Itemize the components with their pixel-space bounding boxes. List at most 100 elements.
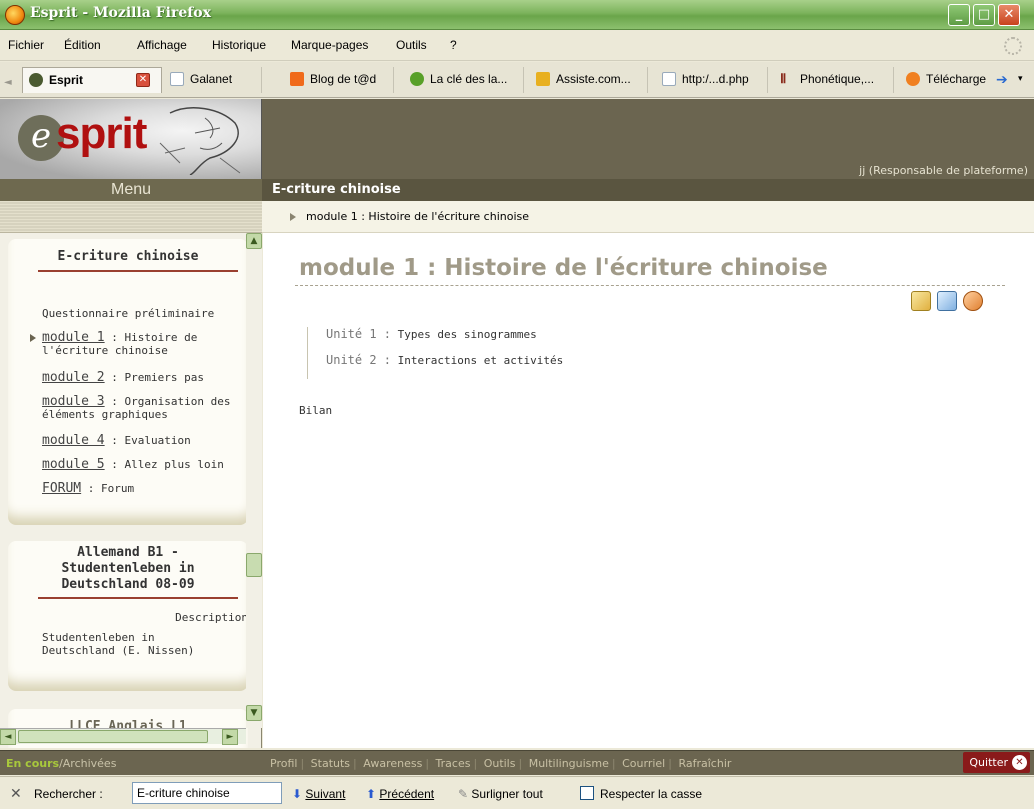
sidebar-item-module-5[interactable]: module 5 : Allez plus loin xyxy=(42,458,242,471)
phonetic-icon: Ⅱ xyxy=(780,71,787,86)
footer-link-statuts[interactable]: Statuts xyxy=(311,757,350,770)
tab-label: Blog de t@d xyxy=(310,72,377,86)
status-current[interactable]: En cours xyxy=(6,757,59,770)
menu-edition[interactable]: Édition xyxy=(64,38,101,52)
tab-assiste[interactable]: Assiste.com... xyxy=(530,67,648,93)
sidebar-item-module-1[interactable]: module 1 : Histoire de l'écriture chinoi… xyxy=(42,331,242,357)
description-label: Description xyxy=(175,611,248,624)
edit-icon[interactable] xyxy=(911,291,931,311)
arrow-up-icon: ⬆ xyxy=(366,787,377,801)
scroll-thumb[interactable] xyxy=(246,553,262,577)
scroll-down-icon[interactable]: ▼ xyxy=(246,705,262,721)
footer-link-courriel[interactable]: Courriel xyxy=(622,757,665,770)
leaf-icon xyxy=(410,72,424,86)
module-link[interactable]: module 4 xyxy=(42,433,105,448)
menu-affichage[interactable]: Affichage xyxy=(137,38,187,52)
module-label: Allez plus loin xyxy=(124,458,224,471)
list-item[interactable]: Unité 2 : Interactions et activités xyxy=(326,353,563,379)
main-content: module 1 : Histoire de l'écriture chinoi… xyxy=(263,233,1034,748)
unit-text[interactable]: Types des sinogrammes xyxy=(398,328,537,341)
scroll-tabs-right-icon[interactable]: ➔ xyxy=(996,72,1008,88)
close-icon: ✕ xyxy=(1012,755,1027,770)
footer-link-profil[interactable]: Profil xyxy=(270,757,297,770)
unit-label: Unité 1 : xyxy=(326,327,392,341)
forum-link[interactable]: FORUM xyxy=(42,481,81,496)
footer-link-outils[interactable]: Outils xyxy=(484,757,516,770)
page-title: module 1 : Histoire de l'écriture chinoi… xyxy=(299,255,828,281)
module-link[interactable]: module 2 xyxy=(42,370,105,385)
menu-subheader xyxy=(0,201,262,233)
tab-http[interactable]: http:/...d.php xyxy=(656,67,768,93)
tab-galanet[interactable]: Galanet xyxy=(164,67,262,93)
footer-link-multilinguisme[interactable]: Multilinguisme xyxy=(529,757,609,770)
scroll-up-icon[interactable]: ▲ xyxy=(246,233,262,249)
course-box-allemand: Allemand B1 - Studentenleben in Deutschl… xyxy=(8,541,248,691)
menu-historique[interactable]: Historique xyxy=(212,38,266,52)
throbber-icon xyxy=(1004,37,1022,55)
find-bar: ✕ Rechercher : ⬇ Suivant ⬆ Précédent ✎ S… xyxy=(0,776,1034,809)
tab-phonetique[interactable]: Ⅱ Phonétique,... xyxy=(774,67,894,93)
tab-blog[interactable]: Blog de t@d xyxy=(284,67,394,93)
menu-bar: Fichier Édition Affichage Historique Mar… xyxy=(0,31,1034,61)
forum-label: Forum xyxy=(101,482,135,495)
esprit-favicon xyxy=(29,73,43,87)
module-link[interactable]: module 5 xyxy=(42,457,105,472)
find-previous-button[interactable]: ⬆ Précédent xyxy=(366,787,434,801)
footer-link-awareness[interactable]: Awareness xyxy=(363,757,422,770)
sidebar-horizontal-scrollbar[interactable]: ◄ ► xyxy=(0,728,246,745)
sidebar-item-module-3[interactable]: module 3 : Organisation des éléments gra… xyxy=(42,395,242,421)
sidebar-item-module-4[interactable]: module 4 : Evaluation xyxy=(42,434,242,447)
sidebar-item-module-2[interactable]: module 2 : Premiers pas xyxy=(42,371,242,384)
close-button[interactable]: ✕ xyxy=(998,4,1020,26)
scroll-right-icon[interactable]: ► xyxy=(222,729,238,745)
unit-text[interactable]: Interactions et activités xyxy=(398,354,564,367)
quit-button[interactable]: Quitter ✕ xyxy=(963,752,1030,773)
find-next-label: Suivant xyxy=(305,787,346,801)
find-input[interactable] xyxy=(132,782,282,804)
sidebar: E-criture chinoise Questionnaire prélimi… xyxy=(0,233,262,748)
course-title[interactable]: Allemand B1 - Studentenleben in Deutschl… xyxy=(8,541,248,593)
scroll-left-icon[interactable]: ◄ xyxy=(0,729,16,745)
module-link[interactable]: module 1 xyxy=(42,330,105,345)
tabs-list-dropdown-icon[interactable]: ▾ xyxy=(1018,74,1023,84)
units-list: Unité 1 : Types des sinogrammes Unité 2 … xyxy=(307,327,563,379)
tab-label: Télécharge xyxy=(926,72,987,86)
status-archived[interactable]: /Archivées xyxy=(59,757,116,770)
menu-outils[interactable]: Outils xyxy=(396,38,427,52)
tab-label: Esprit xyxy=(49,73,84,87)
highlighter-icon: ✎ xyxy=(458,787,469,801)
maximize-button[interactable]: □ xyxy=(973,4,995,26)
assiste-icon xyxy=(536,72,550,86)
list-item[interactable]: Unité 1 : Types des sinogrammes xyxy=(326,327,563,353)
tab-cle[interactable]: La clé des la... xyxy=(404,67,524,93)
footer-links: Profil | Statuts | Awareness | Traces | Outi… xyxy=(270,757,732,770)
footer-link-rafraichir[interactable]: Rafraîchir xyxy=(678,757,731,770)
sketch-figure-icon xyxy=(159,107,241,175)
send-mail-icon[interactable] xyxy=(936,291,957,311)
menu-fichier[interactable]: Fichier xyxy=(8,38,44,52)
menu-help[interactable]: ? xyxy=(450,38,457,52)
match-case-checkbox[interactable] xyxy=(580,786,594,800)
download-icon xyxy=(906,72,920,86)
course-title[interactable]: E-criture chinoise xyxy=(8,239,248,264)
match-case-label[interactable]: Respecter la casse xyxy=(600,787,702,801)
module-link[interactable]: module 3 xyxy=(42,394,105,409)
tab-telecharge[interactable]: Télécharge xyxy=(900,67,996,93)
separator: : xyxy=(81,482,102,495)
scroll-thumb[interactable] xyxy=(18,730,208,743)
users-icon[interactable] xyxy=(962,291,983,311)
tab-close-button[interactable]: ✕ xyxy=(136,73,150,87)
sidebar-vertical-scrollbar[interactable]: ▲ ▼ xyxy=(246,233,262,728)
highlight-all-button[interactable]: ✎ Surligner tout xyxy=(458,787,543,801)
find-label: Rechercher : xyxy=(34,787,103,801)
sidebar-item-forum[interactable]: FORUM : Forum xyxy=(42,482,242,495)
minimize-button[interactable]: _ xyxy=(948,4,970,26)
footer-link-traces[interactable]: Traces xyxy=(436,757,471,770)
sidebar-item-questionnaire[interactable]: Questionnaire préliminaire xyxy=(42,307,214,320)
find-next-button[interactable]: ⬇ Suivant xyxy=(292,787,345,801)
menu-marque-pages[interactable]: Marque-pages xyxy=(291,38,368,52)
course-header: E-criture chinoise xyxy=(262,179,1034,201)
back-arrow-icon[interactable]: ◄ xyxy=(4,77,12,88)
close-find-bar-button[interactable]: ✕ xyxy=(10,785,22,802)
bilan-link[interactable]: Bilan xyxy=(299,404,332,417)
